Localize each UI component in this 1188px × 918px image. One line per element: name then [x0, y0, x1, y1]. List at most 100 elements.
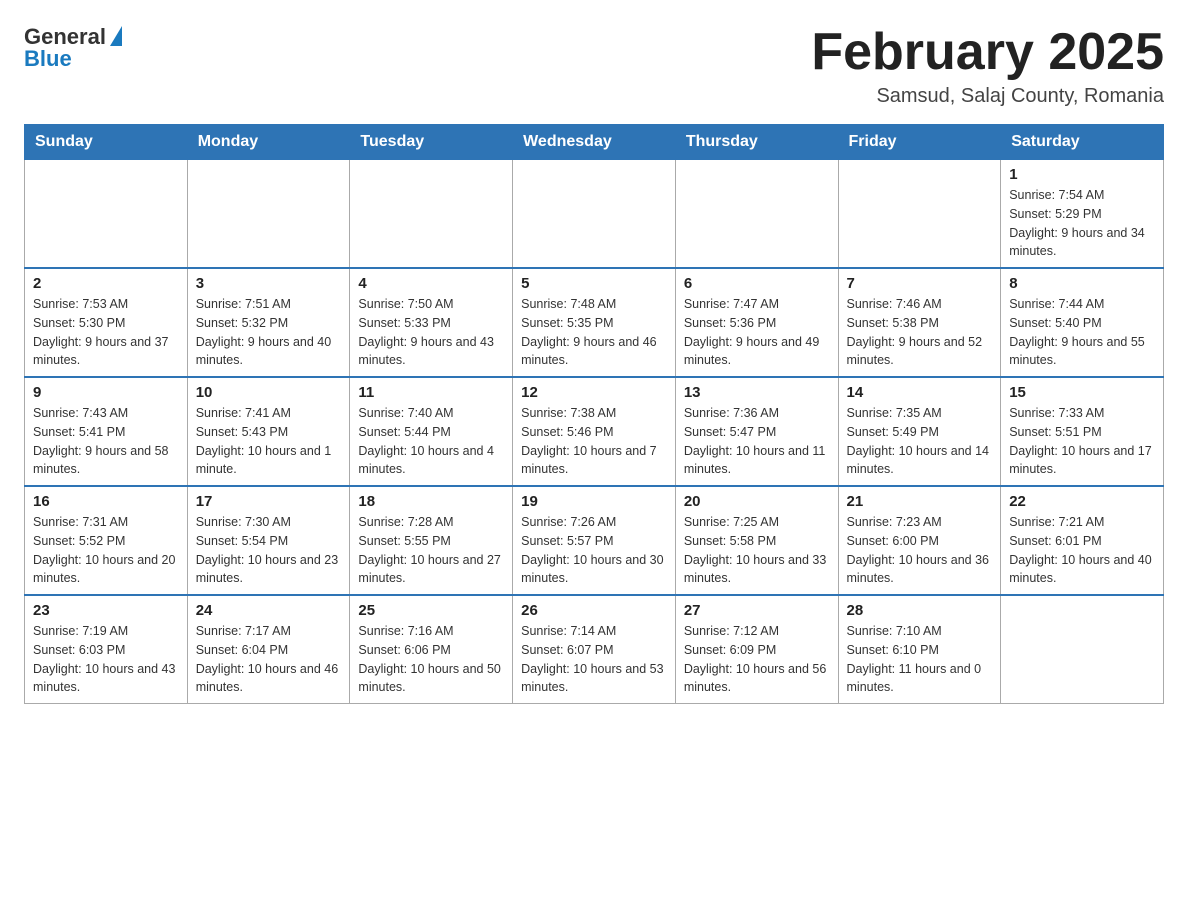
day-number: 25 [358, 602, 504, 619]
day-number: 8 [1009, 275, 1155, 292]
day-number: 27 [684, 602, 830, 619]
day-number: 16 [33, 493, 179, 510]
calendar-table: SundayMondayTuesdayWednesdayThursdayFrid… [24, 124, 1164, 704]
calendar-header-thursday: Thursday [675, 125, 838, 160]
calendar-cell: 3Sunrise: 7:51 AMSunset: 5:32 PMDaylight… [187, 268, 350, 377]
calendar-cell: 2 Sunrise: 7:53 AMSunset: 5:30 PMDaylight… [25, 268, 188, 377]
calendar-cell: 8 Sunrise: 7:44 AMSunset: 5:40 PMDaylight… [1001, 268, 1164, 377]
calendar-cell: 12 Sunrise: 7:38 AMSunset: 5:46 PMDayligh… [513, 377, 676, 486]
calendar-cell [513, 160, 676, 269]
day-info: Sunrise: 7:35 AMSunset: 5:49 PMDaylight:… [847, 404, 993, 479]
day-number: 7 [847, 275, 993, 292]
day-number: 26 [521, 602, 667, 619]
day-number: 18 [358, 493, 504, 510]
day-number: 23 [33, 602, 179, 619]
calendar-cell: 23 Sunrise: 7:19 AMSunset: 6:03 PMDayligh… [25, 595, 188, 704]
calendar-header-wednesday: Wednesday [513, 125, 676, 160]
calendar-header-friday: Friday [838, 125, 1001, 160]
day-number: 28 [847, 602, 993, 619]
calendar-cell: 22 Sunrise: 7:21 AMSunset: 6:01 PMDayligh… [1001, 486, 1164, 595]
day-number: 13 [684, 384, 830, 401]
calendar-week-1: 1Sunrise: 7:54 AMSunset: 5:29 PMDaylight… [25, 160, 1164, 269]
calendar-cell: 26 Sunrise: 7:14 AMSunset: 6:07 PMDayligh… [513, 595, 676, 704]
calendar-cell: 18 Sunrise: 7:28 AMSunset: 5:55 PMDayligh… [350, 486, 513, 595]
calendar-cell [25, 160, 188, 269]
location-text: Samsud, Salaj County, Romania [811, 85, 1164, 108]
day-info: Sunrise: 7:33 AMSunset: 5:51 PMDaylight:… [1009, 404, 1155, 479]
day-info: Sunrise: 7:43 AMSunset: 5:41 PMDaylight:… [33, 404, 179, 479]
day-info: Sunrise: 7:25 AMSunset: 5:58 PMDaylight:… [684, 513, 830, 588]
calendar-cell: 17 Sunrise: 7:30 AMSunset: 5:54 PMDayligh… [187, 486, 350, 595]
calendar-cell: 19 Sunrise: 7:26 AMSunset: 5:57 PMDayligh… [513, 486, 676, 595]
calendar-cell: 9 Sunrise: 7:43 AMSunset: 5:41 PMDaylight… [25, 377, 188, 486]
calendar-cell [838, 160, 1001, 269]
day-info: Sunrise: 7:16 AMSunset: 6:06 PMDaylight:… [358, 622, 504, 697]
day-number: 19 [521, 493, 667, 510]
day-info: Sunrise: 7:17 AMSunset: 6:04 PMDaylight:… [196, 622, 342, 697]
day-number: 3 [196, 275, 342, 292]
day-info: Sunrise: 7:26 AMSunset: 5:57 PMDaylight:… [521, 513, 667, 588]
calendar-cell [187, 160, 350, 269]
day-info: Sunrise: 7:47 AMSunset: 5:36 PMDaylight:… [684, 295, 830, 370]
calendar-cell: 27Sunrise: 7:12 AMSunset: 6:09 PMDayligh… [675, 595, 838, 704]
day-info: Sunrise: 7:38 AMSunset: 5:46 PMDaylight:… [521, 404, 667, 479]
day-number: 2 [33, 275, 179, 292]
calendar-cell: 16 Sunrise: 7:31 AMSunset: 5:52 PMDayligh… [25, 486, 188, 595]
day-info: Sunrise: 7:44 AMSunset: 5:40 PMDaylight:… [1009, 295, 1155, 370]
day-info: Sunrise: 7:28 AMSunset: 5:55 PMDaylight:… [358, 513, 504, 588]
day-info: Sunrise: 7:48 AMSunset: 5:35 PMDaylight:… [521, 295, 667, 370]
calendar-header-saturday: Saturday [1001, 125, 1164, 160]
calendar-week-4: 16 Sunrise: 7:31 AMSunset: 5:52 PMDayligh… [25, 486, 1164, 595]
calendar-header-monday: Monday [187, 125, 350, 160]
day-number: 4 [358, 275, 504, 292]
day-info: Sunrise: 7:40 AMSunset: 5:44 PMDaylight:… [358, 404, 504, 479]
calendar-cell: 5Sunrise: 7:48 AMSunset: 5:35 PMDaylight… [513, 268, 676, 377]
day-number: 9 [33, 384, 179, 401]
calendar-header-row: SundayMondayTuesdayWednesdayThursdayFrid… [25, 125, 1164, 160]
calendar-cell: 15 Sunrise: 7:33 AMSunset: 5:51 PMDayligh… [1001, 377, 1164, 486]
calendar-cell: 14 Sunrise: 7:35 AMSunset: 5:49 PMDayligh… [838, 377, 1001, 486]
calendar-cell: 20 Sunrise: 7:25 AMSunset: 5:58 PMDayligh… [675, 486, 838, 595]
calendar-cell [350, 160, 513, 269]
title-block: February 2025 Samsud, Salaj County, Roma… [811, 24, 1164, 108]
day-number: 11 [358, 384, 504, 401]
day-info: Sunrise: 7:46 AMSunset: 5:38 PMDaylight:… [847, 295, 993, 370]
day-number: 15 [1009, 384, 1155, 401]
calendar-week-5: 23 Sunrise: 7:19 AMSunset: 6:03 PMDayligh… [25, 595, 1164, 704]
day-info: Sunrise: 7:10 AMSunset: 6:10 PMDaylight:… [847, 622, 993, 697]
day-number: 21 [847, 493, 993, 510]
calendar-cell: 1Sunrise: 7:54 AMSunset: 5:29 PMDaylight… [1001, 160, 1164, 269]
day-info: Sunrise: 7:14 AMSunset: 6:07 PMDaylight:… [521, 622, 667, 697]
logo: General Blue [24, 24, 122, 72]
calendar-cell: 13Sunrise: 7:36 AMSunset: 5:47 PMDayligh… [675, 377, 838, 486]
day-info: Sunrise: 7:41 AMSunset: 5:43 PMDaylight:… [196, 404, 342, 479]
calendar-week-3: 9 Sunrise: 7:43 AMSunset: 5:41 PMDaylight… [25, 377, 1164, 486]
day-info: Sunrise: 7:21 AMSunset: 6:01 PMDaylight:… [1009, 513, 1155, 588]
day-info: Sunrise: 7:30 AMSunset: 5:54 PMDaylight:… [196, 513, 342, 588]
calendar-cell: 4 Sunrise: 7:50 AMSunset: 5:33 PMDaylight… [350, 268, 513, 377]
day-number: 22 [1009, 493, 1155, 510]
calendar-cell: 25 Sunrise: 7:16 AMSunset: 6:06 PMDayligh… [350, 595, 513, 704]
day-number: 12 [521, 384, 667, 401]
logo-blue-text: Blue [24, 46, 72, 72]
logo-triangle-icon [110, 26, 122, 46]
day-info: Sunrise: 7:19 AMSunset: 6:03 PMDaylight:… [33, 622, 179, 697]
day-info: Sunrise: 7:50 AMSunset: 5:33 PMDaylight:… [358, 295, 504, 370]
day-info: Sunrise: 7:54 AMSunset: 5:29 PMDaylight:… [1009, 186, 1155, 261]
day-info: Sunrise: 7:23 AMSunset: 6:00 PMDaylight:… [847, 513, 993, 588]
calendar-cell: 10 Sunrise: 7:41 AMSunset: 5:43 PMDayligh… [187, 377, 350, 486]
month-title: February 2025 [811, 24, 1164, 81]
day-number: 17 [196, 493, 342, 510]
day-number: 10 [196, 384, 342, 401]
day-info: Sunrise: 7:53 AMSunset: 5:30 PMDaylight:… [33, 295, 179, 370]
calendar-cell: 6Sunrise: 7:47 AMSunset: 5:36 PMDaylight… [675, 268, 838, 377]
day-number: 14 [847, 384, 993, 401]
day-number: 24 [196, 602, 342, 619]
day-info: Sunrise: 7:31 AMSunset: 5:52 PMDaylight:… [33, 513, 179, 588]
calendar-cell: 28 Sunrise: 7:10 AMSunset: 6:10 PMDayligh… [838, 595, 1001, 704]
day-number: 20 [684, 493, 830, 510]
calendar-cell [1001, 595, 1164, 704]
calendar-cell [675, 160, 838, 269]
calendar-header-tuesday: Tuesday [350, 125, 513, 160]
calendar-cell: 24 Sunrise: 7:17 AMSunset: 6:04 PMDayligh… [187, 595, 350, 704]
